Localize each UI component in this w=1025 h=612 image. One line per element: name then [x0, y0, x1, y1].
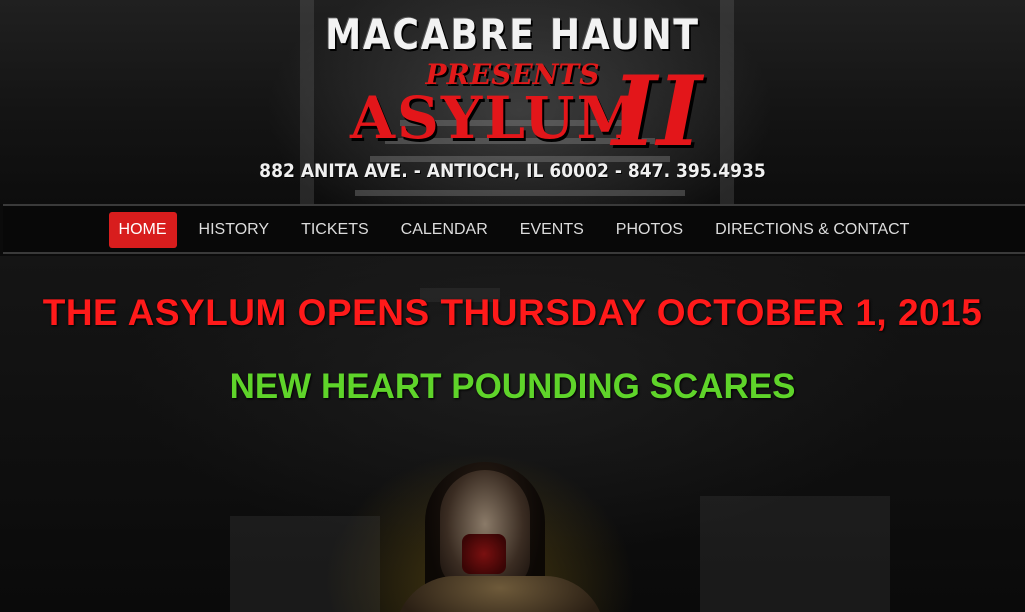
logo-address: 882 ANITA AVE. - ANTIOCH, IL 60002 - 847… — [259, 160, 766, 182]
site-header: MACABRE HAUNT PRESENTS ASYLUM II 882 ANI… — [0, 0, 1025, 204]
nav-history[interactable]: HISTORY — [189, 212, 280, 248]
background-stair — [355, 190, 685, 196]
figure-mouth-restraint — [462, 534, 506, 574]
nav-events[interactable]: EVENTS — [510, 212, 594, 248]
opening-date-headline: THE ASYLUM OPENS THURSDAY OCTOBER 1, 201… — [42, 292, 983, 333]
main-content: THE ASYLUM OPENS THURSDAY OCTOBER 1, 201… — [0, 256, 1025, 612]
logo-asylum: ASYLUM — [350, 84, 643, 152]
background-door — [700, 496, 890, 612]
background-door — [230, 516, 380, 612]
nav-tickets[interactable]: TICKETS — [291, 212, 379, 248]
nav-directions-contact[interactable]: DIRECTIONS & CONTACT — [705, 212, 919, 248]
nav-list: HOME HISTORY TICKETS CALENDAR EVENTS PHO… — [3, 212, 1025, 248]
main-navigation: HOME HISTORY TICKETS CALENDAR EVENTS PHO… — [3, 204, 1025, 254]
nav-calendar[interactable]: CALENDAR — [391, 212, 498, 248]
logo-numeral: II — [612, 55, 702, 168]
logo-title: MACABRE HAUNT — [325, 10, 700, 59]
nav-photos[interactable]: PHOTOS — [606, 212, 693, 248]
scares-subheadline: NEW HEART POUNDING SCARES — [229, 367, 796, 406]
nav-home[interactable]: HOME — [108, 212, 177, 248]
